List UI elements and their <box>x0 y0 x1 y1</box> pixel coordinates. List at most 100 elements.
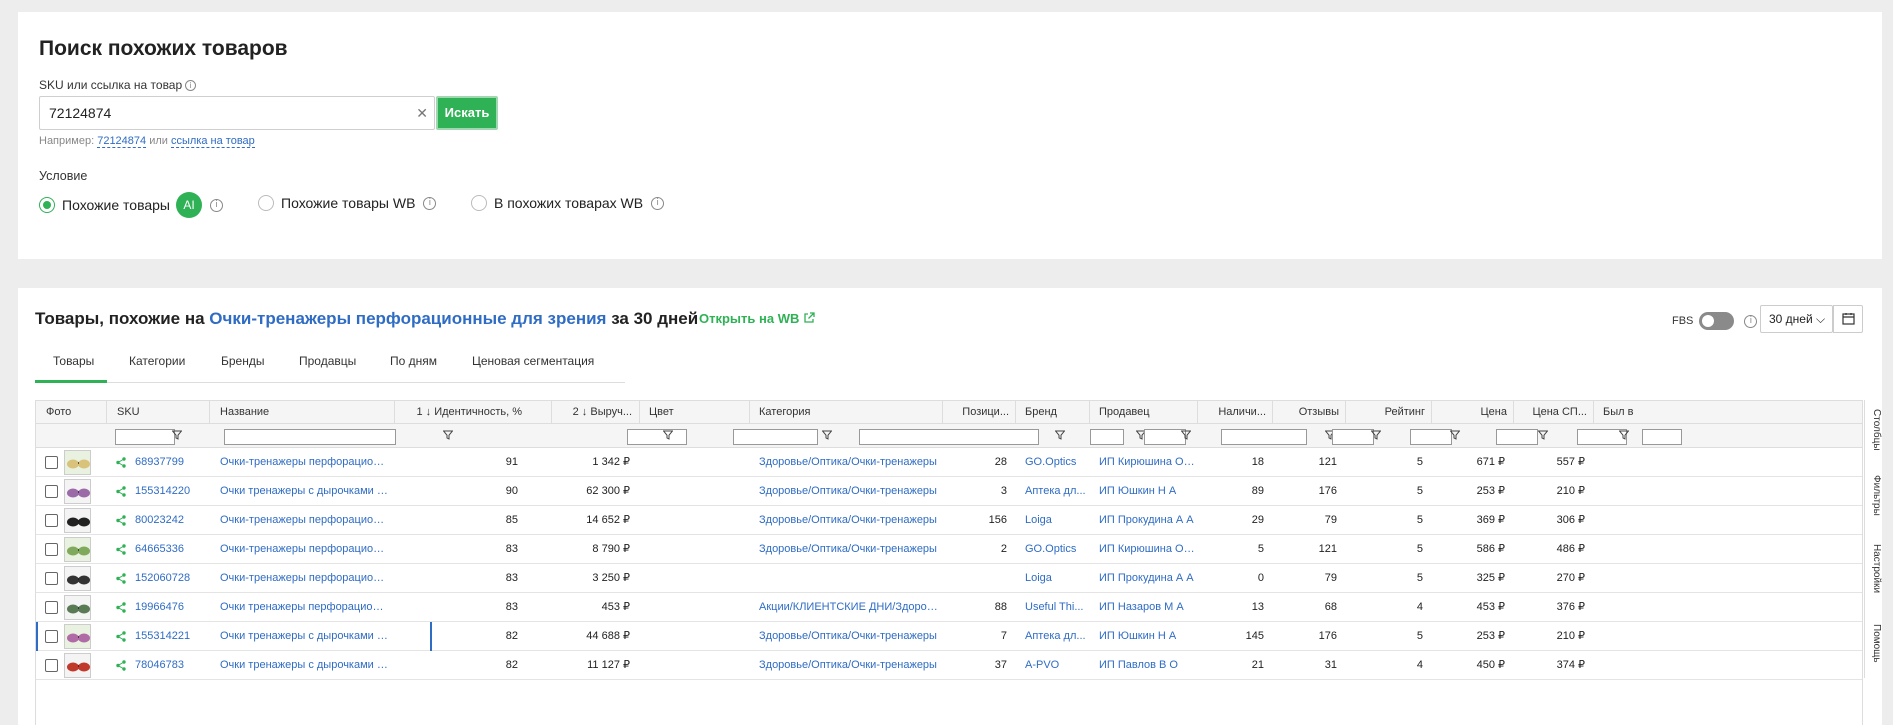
radio-checked-icon[interactable] <box>39 197 55 213</box>
filter-icon[interactable] <box>1538 430 1548 440</box>
filter-input[interactable] <box>1496 429 1538 445</box>
share-icon[interactable] <box>116 486 126 497</box>
filter-input[interactable] <box>224 429 396 445</box>
info-icon[interactable]: i <box>209 198 223 212</box>
seller-link[interactable]: ИП Кирюшина О Ю <box>1099 448 1195 477</box>
side-tab-settings[interactable]: Настройки <box>1864 530 1882 608</box>
product-thumbnail[interactable] <box>64 479 91 504</box>
product-thumbnail[interactable] <box>64 450 91 475</box>
product-name-link[interactable]: Очки тренажеры с дырочками пе... <box>220 477 388 506</box>
calendar-button[interactable] <box>1833 305 1863 333</box>
filter-icon[interactable] <box>443 430 453 440</box>
brand-link[interactable]: GO.Optics <box>1025 448 1087 477</box>
period-select[interactable]: 30 дней ⌵ <box>1760 305 1833 333</box>
filter-input[interactable] <box>627 429 687 445</box>
filter-input[interactable] <box>1090 429 1124 445</box>
tab-products[interactable]: Товары <box>53 354 94 368</box>
row-checkbox[interactable] <box>45 659 58 672</box>
product-thumbnail[interactable] <box>64 508 91 533</box>
filter-input[interactable] <box>859 429 1039 445</box>
seller-link[interactable]: ИП Назаров М А <box>1099 593 1195 622</box>
brand-link[interactable]: Аптека дл... <box>1025 477 1087 506</box>
tab-sellers[interactable]: Продавцы <box>299 354 356 368</box>
seller-link[interactable]: ИП Прокудина А А <box>1099 564 1195 593</box>
side-tab-help[interactable]: Помощь <box>1864 608 1882 678</box>
sku-link[interactable]: 19966476 <box>135 593 210 622</box>
share-icon[interactable] <box>116 515 126 526</box>
category-link[interactable]: Здоровье/Оптика/Очки-тренажеры <box>759 506 939 535</box>
product-thumbnail[interactable] <box>64 624 91 649</box>
share-icon[interactable] <box>116 631 126 642</box>
side-tab-columns[interactable]: Столбцы <box>1864 400 1882 460</box>
col-reviews[interactable]: Отзывы <box>1272 401 1345 424</box>
table-row[interactable]: 78046783 Очки тренажеры с дырочками пе...… <box>36 651 1862 680</box>
sku-link[interactable]: 64665336 <box>135 535 210 564</box>
brand-link[interactable]: A-PVO <box>1025 651 1087 680</box>
category-link[interactable] <box>759 564 939 593</box>
col-category[interactable]: Категория <box>753 401 913 424</box>
share-icon[interactable] <box>116 660 126 671</box>
product-thumbnail[interactable] <box>64 566 91 591</box>
radio-in-similar-wb[interactable]: В похожих товарах WB i <box>471 195 665 211</box>
filter-icon[interactable] <box>663 430 673 440</box>
sku-link[interactable]: 80023242 <box>135 506 210 535</box>
col-price-spp[interactable]: Цена СП... <box>1513 401 1593 424</box>
radio-unchecked-icon[interactable] <box>258 195 274 211</box>
radio-similar-ai[interactable]: Похожие товары AI i <box>39 192 223 218</box>
product-name-link[interactable]: Очки тренажеры с дырочками пе... <box>220 651 388 680</box>
col-rating[interactable]: Рейтинг <box>1345 401 1431 424</box>
tab-price-segmentation[interactable]: Ценовая сегментация <box>472 354 594 368</box>
seller-link[interactable]: ИП Кирюшина О Ю <box>1099 535 1195 564</box>
sku-link[interactable]: 152060728 <box>135 564 210 593</box>
table-row[interactable]: 155314220 Очки тренажеры с дырочками пе..… <box>36 477 1862 506</box>
category-link[interactable]: Акции/КЛИЕНТСКИЕ ДНИ/Здоровье/... <box>759 593 939 622</box>
sku-input-wrapper[interactable]: ✕ <box>39 96 435 130</box>
col-brand[interactable]: Бренд <box>1019 401 1089 424</box>
category-link[interactable]: Здоровье/Оптика/Очки-тренажеры <box>759 448 939 477</box>
product-name-link[interactable]: Очки-тренажеры перфорационн... <box>220 535 388 564</box>
col-stock[interactable]: Наличи... <box>1197 401 1272 424</box>
row-checkbox[interactable] <box>45 514 58 527</box>
seller-link[interactable]: ИП Юшкин Н А <box>1099 622 1195 651</box>
col-name[interactable]: Название <box>214 401 374 424</box>
brand-link[interactable]: Loiga <box>1025 506 1087 535</box>
table-row[interactable]: 19966476 Очки тренажеры перфорационные 83 4… <box>36 593 1862 622</box>
filter-icon[interactable] <box>1181 430 1191 440</box>
col-revenue[interactable]: 2 ↓ Выруч... <box>556 401 638 424</box>
row-checkbox[interactable] <box>45 630 58 643</box>
tab-by-days[interactable]: По дням <box>390 354 437 368</box>
search-button[interactable]: Искать <box>436 96 498 130</box>
radio-unchecked-icon[interactable] <box>471 195 487 211</box>
product-name-link[interactable]: Очки тренажеры перфорационные <box>220 593 388 622</box>
fbs-toggle[interactable] <box>1699 312 1735 330</box>
col-position[interactable]: Позици... <box>942 401 1015 424</box>
product-thumbnail[interactable] <box>64 537 91 562</box>
info-icon[interactable]: i <box>423 196 437 210</box>
info-icon[interactable]: i <box>1744 314 1758 328</box>
filter-icon[interactable] <box>1450 430 1460 440</box>
row-checkbox[interactable] <box>45 572 58 585</box>
row-checkbox[interactable] <box>45 456 58 469</box>
filter-input[interactable] <box>1642 429 1682 445</box>
sku-link[interactable]: 155314221 <box>135 622 210 651</box>
tab-brands[interactable]: Бренды <box>221 354 264 368</box>
product-name-link[interactable]: Очки тренажеры с дырочками пе... <box>220 622 388 651</box>
product-name-link[interactable]: Очки-тренажеры перфорационные <box>220 506 388 535</box>
product-name-link[interactable]: Очки-тренажеры перфорационн... <box>220 448 388 477</box>
info-icon[interactable]: i <box>185 80 197 92</box>
info-icon[interactable]: i <box>651 196 665 210</box>
filter-input[interactable] <box>115 429 175 445</box>
filter-icon[interactable] <box>1619 430 1629 440</box>
clear-icon[interactable]: ✕ <box>416 105 428 122</box>
tab-categories[interactable]: Категории <box>129 354 185 368</box>
table-row[interactable]: 64665336 Очки-тренажеры перфорационн... 83… <box>36 535 1862 564</box>
sku-link[interactable]: 78046783 <box>135 651 210 680</box>
col-price[interactable]: Цена <box>1431 401 1513 424</box>
filter-icon[interactable] <box>822 430 832 440</box>
filter-icon[interactable] <box>172 430 182 440</box>
product-thumbnail[interactable] <box>64 595 91 620</box>
table-row[interactable]: 152060728 Очки-тренажеры перфорационные 83… <box>36 564 1862 593</box>
row-checkbox[interactable] <box>45 601 58 614</box>
filter-input[interactable] <box>1410 429 1452 445</box>
category-link[interactable]: Здоровье/Оптика/Очки-тренажеры <box>759 477 939 506</box>
